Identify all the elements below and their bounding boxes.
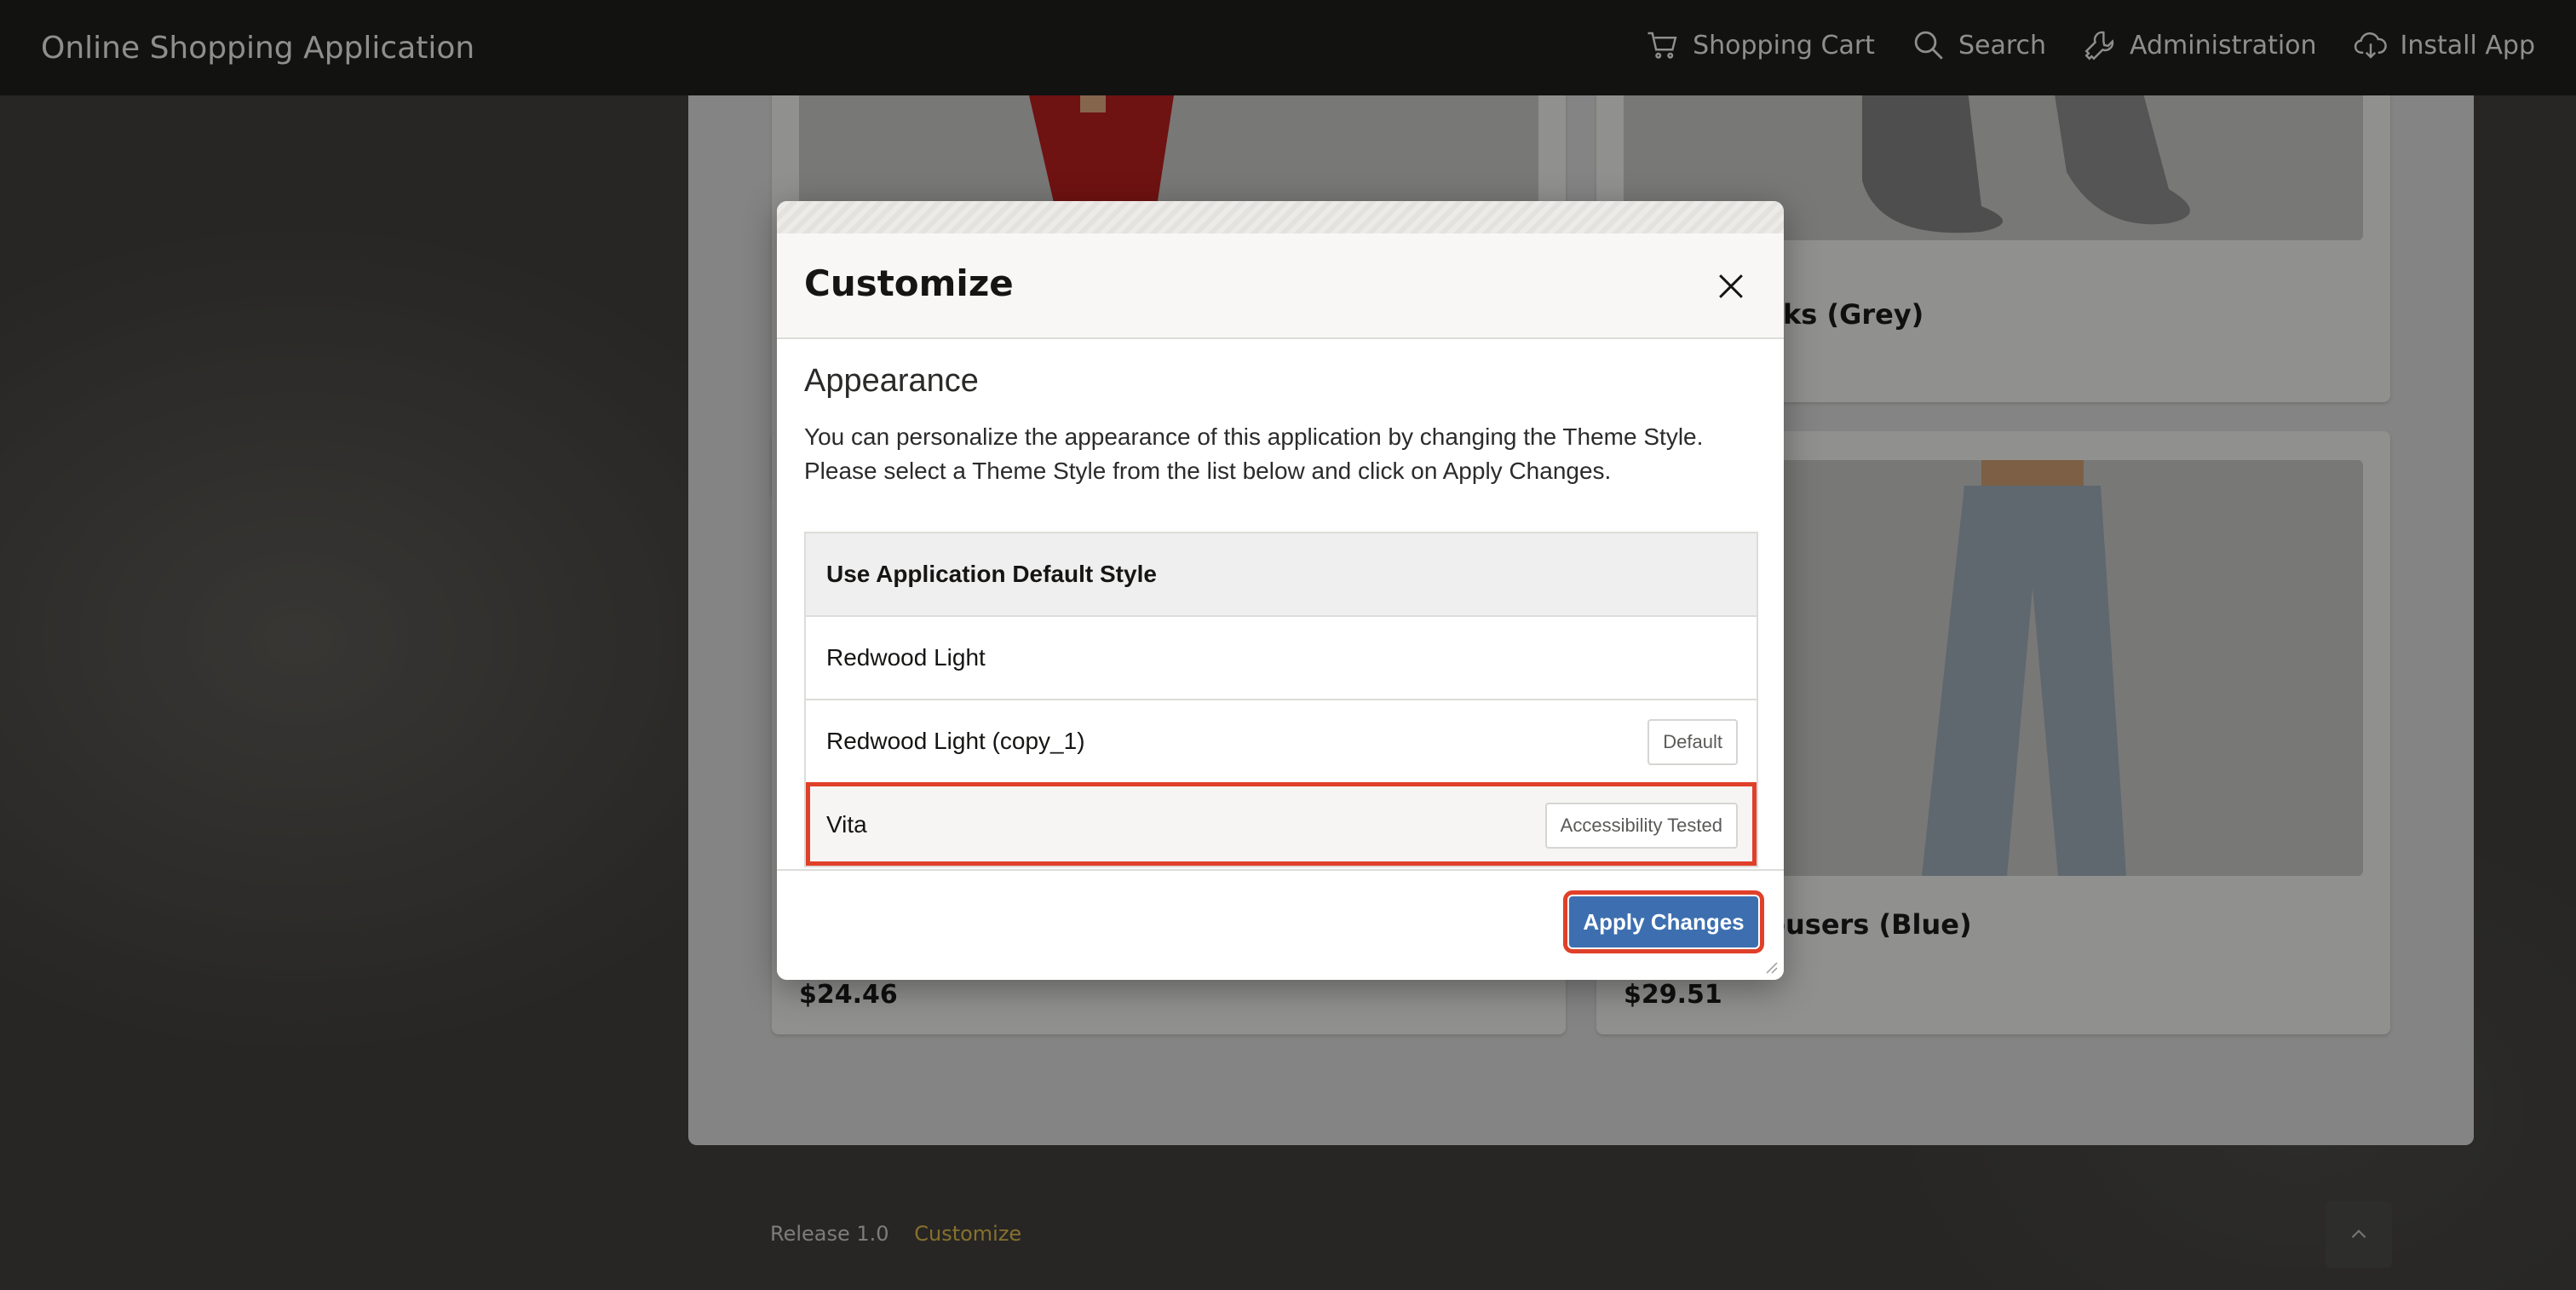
style-option-vita[interactable]: Vita Accessibility Tested bbox=[806, 782, 1757, 866]
resize-grip-icon[interactable] bbox=[1762, 958, 1779, 975]
style-option-redwood-light[interactable]: Redwood Light bbox=[806, 615, 1757, 699]
dialog-title: Customize bbox=[804, 262, 1014, 304]
style-option-label: Vita bbox=[826, 811, 867, 838]
style-option-default[interactable]: Use Application Default Style bbox=[806, 533, 1757, 615]
style-option-label: Use Application Default Style bbox=[826, 561, 1157, 587]
style-option-redwood-light-copy[interactable]: Redwood Light (copy_1) Default bbox=[806, 699, 1757, 782]
customize-dialog: Customize Appearance You can personalize… bbox=[777, 201, 1784, 980]
dialog-body: Appearance You can personalize the appea… bbox=[804, 363, 1757, 512]
dialog-header: Customize bbox=[777, 233, 1784, 339]
default-badge: Default bbox=[1647, 719, 1738, 765]
style-option-label: Redwood Light bbox=[826, 644, 986, 671]
apply-changes-button[interactable]: Apply Changes bbox=[1563, 890, 1764, 953]
theme-style-list: Use Application Default Style Redwood Li… bbox=[804, 532, 1758, 867]
appearance-heading: Appearance bbox=[804, 363, 979, 399]
style-option-label: Redwood Light (copy_1) bbox=[826, 728, 1085, 754]
dialog-texture bbox=[777, 201, 1784, 233]
accessibility-badge: Accessibility Tested bbox=[1544, 803, 1738, 849]
dialog-footer: Apply Changes bbox=[777, 869, 1784, 980]
close-icon[interactable] bbox=[1712, 268, 1750, 305]
appearance-description: You can personalize the appearance of th… bbox=[804, 423, 1704, 484]
